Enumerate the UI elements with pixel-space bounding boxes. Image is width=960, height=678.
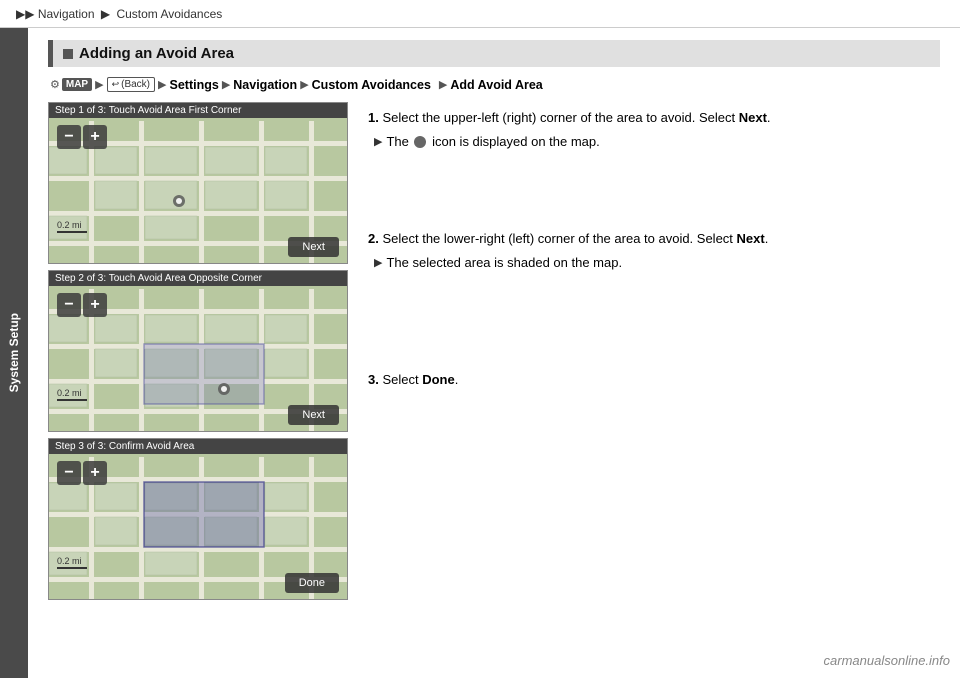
zoom-control-1: − + [57, 125, 107, 149]
step-2-number: 2. [368, 231, 379, 246]
zoom-minus-1[interactable]: − [57, 125, 81, 149]
scale-label-1: 0.2 mi [57, 220, 82, 230]
done-btn[interactable]: Done [285, 573, 339, 593]
nav-arrow-4: ▶ [300, 78, 308, 91]
nav-path: ⚙ MAP ▶ ↩ (Back) ▶ Settings ▶ Navigation… [48, 77, 940, 92]
settings-icon: ⚙ [50, 78, 60, 91]
step-1-bullet: ▶ The icon is displayed on the map. [368, 132, 940, 152]
step-2-text: Select the lower-right (left) corner of … [382, 231, 768, 246]
nav-arrow-2: ▶ [158, 78, 166, 91]
zoom-plus-1[interactable]: + [83, 125, 107, 149]
screenshot-3-header: Step 3 of 3: Confirm Avoid Area [49, 439, 347, 454]
step-1-number: 1. [368, 110, 379, 125]
step-3-number: 3. [368, 372, 379, 387]
add-avoid-area-label: Add Avoid Area [450, 78, 542, 92]
scale-line-2 [57, 399, 87, 401]
next-btn-1[interactable]: Next [288, 237, 339, 257]
instruction-step-1: 1. Select the upper-left (right) corner … [368, 108, 940, 151]
back-badge: ↩ (Back) [107, 77, 155, 92]
section-title: Adding an Avoid Area [79, 45, 234, 62]
step-3-text2: . [455, 372, 459, 387]
breadcrumb-text: ▶▶ Navigation ▶ Custom Avoidances [16, 7, 222, 21]
sidebar-label: System Setup [7, 313, 21, 392]
scale-label-3: 0.2 mi [57, 556, 82, 566]
back-icon: ↩ [112, 79, 120, 90]
step-1-bold: Next [739, 110, 767, 125]
next-btn-2[interactable]: Next [288, 405, 339, 425]
step-3-text-before: Select [382, 372, 422, 387]
breadcrumb-navigation: Navigation [38, 7, 95, 21]
zoom-minus-3[interactable]: − [57, 461, 81, 485]
back-label: (Back) [121, 79, 150, 90]
map-badge: MAP [62, 78, 92, 91]
step-2-bullet: ▶ The selected area is shaded on the map… [368, 253, 940, 273]
step-1-text-before: Select the upper-left (right) corner of … [382, 110, 738, 125]
screenshots-col: Step 1 of 3: Touch Avoid Area First Corn… [48, 102, 348, 600]
zoom-minus-2[interactable]: − [57, 293, 81, 317]
instruction-step-3: 3. Select Done. [368, 370, 940, 390]
map-icon [414, 136, 426, 148]
step-2-bullet-text: The selected area is shaded on the map. [386, 253, 622, 273]
watermark: carmanualsonline.info [824, 653, 950, 668]
scale-bar-1: 0.2 mi [57, 220, 87, 233]
navigation-label: Navigation [233, 78, 297, 92]
breadcrumb-bar: ▶▶ Navigation ▶ Custom Avoidances [0, 0, 960, 28]
step-2-bold: Next [737, 231, 765, 246]
breadcrumb-arrows: ▶▶ [16, 7, 34, 21]
nav-arrow-3: ▶ [222, 78, 230, 91]
zoom-plus-2[interactable]: + [83, 293, 107, 317]
section-header: Adding an Avoid Area [48, 40, 940, 67]
sidebar: System Setup [0, 28, 28, 678]
breadcrumb-arrow1: ▶ [101, 7, 110, 21]
screenshot-1: Step 1 of 3: Touch Avoid Area First Corn… [48, 102, 348, 264]
step-3-bold: Done [422, 372, 455, 387]
instruction-step-2: 2. Select the lower-right (left) corner … [368, 229, 940, 272]
bullet-arrow-1: ▶ [374, 134, 382, 151]
screenshot-3: Step 3 of 3: Confirm Avoid Area [48, 438, 348, 600]
two-col-layout: Step 1 of 3: Touch Avoid Area First Corn… [48, 102, 940, 600]
step-1-text2: . [767, 110, 771, 125]
bullet-arrow-2: ▶ [374, 255, 382, 272]
step-3-text: Select Done. [382, 372, 458, 387]
custom-avoidances-label: Custom Avoidances [312, 78, 431, 92]
screenshot-1-header: Step 1 of 3: Touch Avoid Area First Corn… [49, 103, 347, 118]
section-icon [63, 49, 73, 59]
zoom-control-2: − + [57, 293, 107, 317]
step-1-bullet-text: The icon is displayed on the map. [386, 132, 599, 152]
scale-label-2: 0.2 mi [57, 388, 82, 398]
breadcrumb-custom: Custom Avoidances [116, 7, 222, 21]
step-2-text-before: Select the lower-right (left) corner of … [382, 231, 736, 246]
scale-bar-3: 0.2 mi [57, 556, 87, 569]
zoom-control-3: − + [57, 461, 107, 485]
step-2-text2: . [765, 231, 769, 246]
scale-line-3 [57, 567, 87, 569]
main-content: Adding an Avoid Area ⚙ MAP ▶ ↩ (Back) ▶ … [28, 28, 960, 678]
zoom-plus-3[interactable]: + [83, 461, 107, 485]
scale-bar-2: 0.2 mi [57, 388, 87, 401]
screenshot-2: Step 2 of 3: Touch Avoid Area Opposite C… [48, 270, 348, 432]
screenshot-2-header: Step 2 of 3: Touch Avoid Area Opposite C… [49, 271, 347, 286]
scale-line-1 [57, 231, 87, 233]
nav-arrow-5: ▶ [439, 78, 447, 91]
settings-label: Settings [170, 78, 219, 92]
instructions-col: 1. Select the upper-left (right) corner … [368, 102, 940, 600]
nav-arrow-1: ▶ [95, 78, 103, 91]
step-1-text: Select the upper-left (right) corner of … [382, 110, 770, 125]
